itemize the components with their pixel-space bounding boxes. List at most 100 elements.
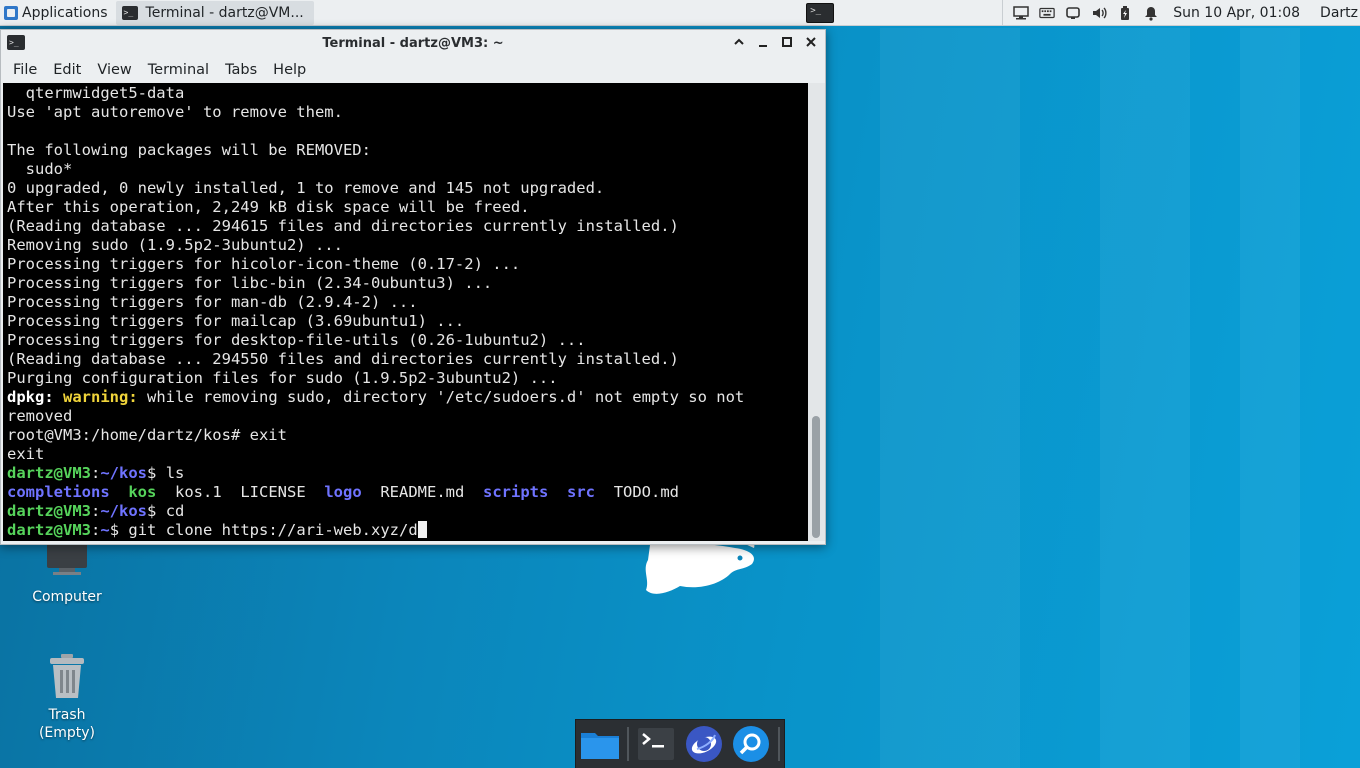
desktop-streak bbox=[1100, 28, 1190, 768]
command-text: cd bbox=[156, 502, 185, 520]
desktop-icon-computer[interactable]: Computer bbox=[12, 540, 122, 606]
taskbar-terminal-button[interactable]: >_ Terminal - dartz@VM... bbox=[115, 0, 314, 25]
prompt-colon: : bbox=[91, 521, 101, 539]
prompt-user: dartz@VM3 bbox=[7, 464, 91, 482]
ls-entry: LICENSE bbox=[240, 483, 306, 501]
clock[interactable]: Sun 10 Apr, 01:08 bbox=[1173, 5, 1300, 21]
prompt-path: ~/kos bbox=[100, 502, 148, 520]
close-icon[interactable] bbox=[803, 34, 819, 50]
prompt-colon: : bbox=[91, 502, 101, 520]
warning-text: while removing sudo, directory '/etc/sud… bbox=[137, 388, 745, 406]
terminal-line: Processing triggers for mailcap (3.69ubu… bbox=[7, 312, 465, 330]
scrollbar-thumb[interactable] bbox=[812, 416, 820, 538]
taskbar-terminal-title: Terminal - dartz@VM... bbox=[145, 4, 304, 21]
notifications-bell-icon[interactable] bbox=[1143, 5, 1159, 21]
terminal-icon[interactable] bbox=[637, 723, 676, 765]
prompt-line: dartz@VM3:~/kos$ ls bbox=[7, 464, 808, 483]
mascot-logo-icon bbox=[645, 541, 755, 594]
menu-bar: File Edit View Terminal Tabs Help bbox=[1, 56, 825, 83]
ls-entry: scripts bbox=[483, 483, 549, 501]
dock bbox=[575, 719, 785, 768]
files-icon[interactable] bbox=[580, 723, 619, 765]
terminal-line: Processing triggers for desktop-file-uti… bbox=[7, 331, 586, 349]
top-panel: Applications >_ Terminal - dartz@VM... >… bbox=[0, 0, 1360, 26]
search-icon[interactable] bbox=[731, 723, 770, 765]
menu-help[interactable]: Help bbox=[265, 62, 314, 78]
command-text: ls bbox=[156, 464, 185, 482]
ls-output-line: completions kos kos.1 LICENSE logo READM… bbox=[7, 483, 808, 502]
dpkg-prefix: dpkg: bbox=[7, 388, 54, 406]
terminal-line: (Reading database ... 294615 files and d… bbox=[7, 217, 679, 235]
battery-icon[interactable] bbox=[1117, 5, 1133, 21]
terminal-line: 0 upgraded, 0 newly installed, 1 to remo… bbox=[7, 179, 605, 197]
prompt-path: ~ bbox=[100, 521, 110, 539]
warning-label: warning: bbox=[63, 388, 138, 406]
ls-entry: TODO.md bbox=[613, 483, 680, 501]
terminal-icon: >_ bbox=[121, 5, 138, 20]
text-cursor bbox=[417, 521, 427, 538]
window-title: Terminal - dartz@VM3: ~ bbox=[322, 35, 504, 51]
terminal-output[interactable]: qtermwidget5-data Use 'apt autoremove' t… bbox=[3, 83, 808, 541]
ls-entry: kos bbox=[128, 483, 157, 501]
window-controls bbox=[731, 34, 819, 50]
prompt-path: ~/kos bbox=[100, 464, 148, 482]
applications-label: Applications bbox=[22, 4, 108, 21]
terminal-line: After this operation, 2,249 kB disk spac… bbox=[7, 198, 530, 216]
panel-terminal-launcher-icon[interactable]: >_ bbox=[806, 2, 835, 23]
command-input-text[interactable]: git clone https://ari-web.xyz/d bbox=[119, 521, 417, 539]
applications-menu-button[interactable]: Applications bbox=[0, 0, 112, 26]
trash-icon bbox=[50, 654, 84, 698]
ls-entry: src bbox=[567, 483, 596, 501]
minimize-icon[interactable] bbox=[755, 34, 771, 50]
dock-separator bbox=[627, 727, 629, 761]
menu-view[interactable]: View bbox=[89, 62, 139, 78]
desktop-streak bbox=[880, 28, 1020, 768]
ls-entry: kos.1 bbox=[175, 483, 222, 501]
applications-icon bbox=[4, 5, 18, 20]
terminal-line: Processing triggers for hicolor-icon-the… bbox=[7, 255, 521, 273]
browser-icon[interactable] bbox=[684, 723, 723, 765]
current-prompt-line[interactable]: dartz@VM3:~$ git clone https://ari-web.x… bbox=[7, 521, 808, 540]
terminal-line: qtermwidget5-data bbox=[7, 84, 185, 102]
trash-status: (Empty) bbox=[38, 725, 96, 741]
computer-label: Computer bbox=[32, 589, 102, 605]
trash-label: Trash bbox=[48, 707, 86, 723]
prompt-user: dartz@VM3 bbox=[7, 502, 91, 520]
menu-tabs[interactable]: Tabs bbox=[217, 62, 265, 78]
prompt-colon: : bbox=[91, 464, 101, 482]
user-menu[interactable]: Dartz bbox=[1320, 5, 1358, 21]
prompt-symbol: $ bbox=[109, 521, 120, 539]
ls-entry: completions bbox=[7, 483, 110, 501]
terminal-line: exit bbox=[7, 445, 45, 463]
terminal-window: >_ Terminal - dartz@VM3: ~ File Edit Vie… bbox=[0, 29, 826, 545]
keyboard-icon[interactable] bbox=[1039, 5, 1055, 21]
dock-separator bbox=[778, 727, 780, 761]
desktop-icon-trash[interactable]: Trash (Empty) bbox=[12, 654, 122, 742]
window-menu-icon[interactable]: >_ bbox=[7, 35, 25, 50]
dpkg-warning-line: dpkg: warning: while removing sudo, dire… bbox=[7, 388, 808, 407]
menu-edit[interactable]: Edit bbox=[45, 62, 89, 78]
terminal-line: (Reading database ... 294550 files and d… bbox=[7, 350, 679, 368]
prompt-user: dartz@VM3 bbox=[7, 521, 91, 539]
menu-file[interactable]: File bbox=[5, 62, 45, 78]
maximize-icon[interactable] bbox=[779, 34, 795, 50]
prompt-symbol: $ bbox=[147, 464, 157, 482]
window-titlebar[interactable]: >_ Terminal - dartz@VM3: ~ bbox=[1, 30, 825, 56]
terminal-scrollbar[interactable] bbox=[808, 83, 825, 541]
network-icon[interactable] bbox=[1013, 5, 1029, 21]
system-tray: Sun 10 Apr, 01:08 Dartz bbox=[1002, 0, 1360, 26]
terminal-line: Purging configuration files for sudo (1.… bbox=[7, 369, 558, 387]
display-icon[interactable] bbox=[1065, 5, 1081, 21]
terminal-line: Use 'apt autoremove' to remove them. bbox=[7, 103, 343, 121]
volume-icon[interactable] bbox=[1091, 5, 1107, 21]
computer-icon bbox=[47, 540, 87, 575]
menu-terminal[interactable]: Terminal bbox=[140, 62, 217, 78]
chevron-up-icon[interactable] bbox=[731, 34, 747, 50]
ls-entry: logo bbox=[324, 483, 362, 501]
terminal-line: The following packages will be REMOVED: bbox=[7, 141, 371, 159]
prompt-line: dartz@VM3:~/kos$ cd bbox=[7, 502, 808, 521]
terminal-line: sudo* bbox=[7, 160, 73, 178]
ls-entry: README.md bbox=[380, 483, 465, 501]
root-prompt-line: root@VM3:/home/dartz/kos# exit bbox=[7, 426, 287, 444]
